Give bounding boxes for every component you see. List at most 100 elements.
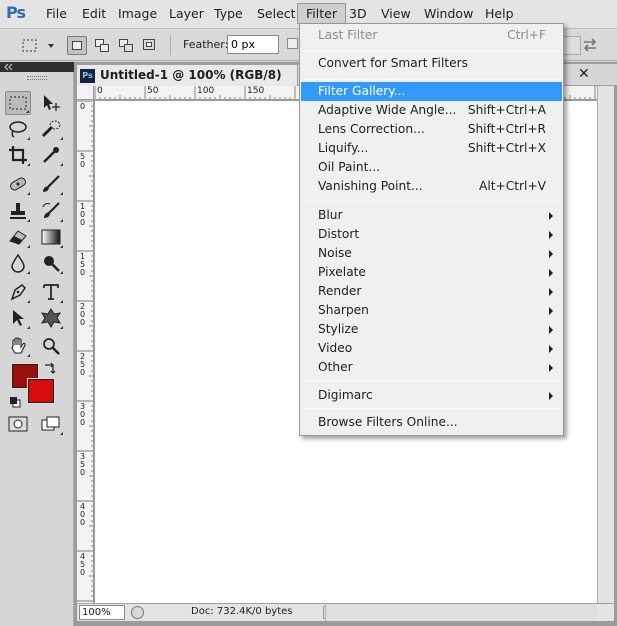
type-tool[interactable]	[38, 280, 64, 304]
ruler-label: 3 5 0	[80, 452, 86, 477]
menu-item-stylize[interactable]: Stylize	[301, 320, 562, 339]
history-brush-tool[interactable]	[38, 199, 64, 223]
hand-tool[interactable]	[5, 334, 31, 358]
panel-grip[interactable]	[27, 76, 47, 80]
menu-item-lens-correction[interactable]: Lens Correction... Shift+Ctrl+R	[301, 120, 562, 139]
photoshop-logo: Ps	[6, 3, 26, 22]
menu-3d[interactable]: 3D	[341, 3, 375, 24]
eraser-tool[interactable]	[5, 225, 31, 249]
quick-mask-icon	[8, 416, 28, 432]
vertical-scrollbar[interactable]	[597, 86, 614, 603]
swap-arrows-icon[interactable]	[581, 37, 599, 53]
submenu-arrow-icon	[549, 326, 553, 334]
move-tool[interactable]	[38, 91, 64, 115]
brush-tool[interactable]	[38, 172, 64, 196]
quick-mask-button[interactable]	[5, 412, 31, 436]
horizontal-scrollbar[interactable]	[325, 603, 597, 621]
spot-healing-brush-tool[interactable]	[5, 172, 31, 196]
menu-item-vanishing-point[interactable]: Vanishing Point... Alt+Ctrl+V	[301, 177, 562, 196]
lasso-tool[interactable]	[5, 117, 31, 141]
menu-separator	[304, 51, 560, 52]
new-selection-button[interactable]	[67, 36, 87, 55]
screen-mode-button[interactable]	[38, 412, 64, 436]
eraser-icon	[9, 230, 27, 245]
brush-icon	[43, 175, 60, 192]
ruler-label: 3 0 0	[80, 402, 86, 427]
gradient-icon	[41, 229, 61, 245]
menu-type[interactable]: Type	[206, 3, 251, 24]
crop-tool[interactable]	[5, 143, 31, 167]
menu-file[interactable]: File	[38, 3, 75, 24]
menu-layer[interactable]: Layer	[161, 3, 212, 24]
rectangular-marquee-tool[interactable]	[5, 91, 31, 115]
swap-colors-icon[interactable]	[43, 361, 57, 375]
vertical-ruler[interactable]: 0 5 0 1 0 0 1 5 0 2 0 0 2 5 0 3 0 0 3 5 …	[77, 100, 94, 603]
close-icon[interactable]: ✕	[578, 66, 590, 82]
dodge-tool[interactable]	[38, 251, 64, 275]
menu-item-digimarc[interactable]: Digimarc	[301, 386, 562, 405]
menu-help[interactable]: Help	[477, 3, 522, 24]
photoshop-doc-icon: Ps	[80, 69, 95, 83]
menu-item-convert-smart-filters[interactable]: Convert for Smart Filters	[301, 54, 562, 73]
clone-stamp-tool[interactable]	[5, 199, 31, 223]
menu-item-video[interactable]: Video	[301, 339, 562, 358]
menu-item-blur[interactable]: Blur	[301, 206, 562, 225]
menu-filter[interactable]: Filter	[297, 3, 346, 24]
custom-shape-tool[interactable]	[38, 306, 64, 330]
menu-item-other[interactable]: Other	[301, 358, 562, 377]
pen-tool[interactable]	[5, 280, 31, 304]
menu-item-liquify[interactable]: Liquify... Shift+Ctrl+X	[301, 139, 562, 158]
eyedropper-tool[interactable]	[38, 143, 64, 167]
menu-separator	[304, 79, 560, 80]
submenu-arrow-icon	[549, 307, 553, 315]
menu-item-browse-filters-online[interactable]: Browse Filters Online...	[301, 413, 562, 432]
menu-item-adaptive-wide-angle[interactable]: Adaptive Wide Angle... Shift+Ctrl+A	[301, 101, 562, 120]
menu-view[interactable]: View	[373, 3, 419, 24]
blur-tool[interactable]	[5, 251, 31, 275]
custom-shape-icon	[41, 308, 61, 328]
path-selection-tool[interactable]	[5, 306, 31, 330]
menu-item-filter-gallery[interactable]: Filter Gallery...	[301, 82, 562, 101]
menu-item-oil-paint[interactable]: Oil Paint...	[301, 158, 562, 177]
gradient-tool[interactable]	[38, 225, 64, 249]
ruler-origin[interactable]	[77, 86, 94, 100]
zoom-level-field[interactable]: 100%	[79, 605, 125, 620]
collapse-icon[interactable]	[4, 63, 14, 71]
ruler-label: 5 0	[80, 152, 86, 169]
menu-item-render[interactable]: Render	[301, 282, 562, 301]
menu-select[interactable]: Select	[249, 3, 304, 24]
intersect-selection-button[interactable]	[140, 36, 160, 55]
anti-alias-checkbox[interactable]	[287, 38, 298, 49]
ruler-label: 4 5 0	[80, 552, 86, 577]
feather-input[interactable]	[227, 35, 279, 54]
subtract-from-selection-button[interactable]	[116, 36, 136, 55]
menu-item-noise[interactable]: Noise	[301, 244, 562, 263]
tools-panel-header[interactable]	[0, 62, 74, 72]
menu-image[interactable]: Image	[110, 3, 165, 24]
background-color-swatch[interactable]	[27, 378, 55, 404]
feather-label: Feather:	[183, 38, 229, 51]
add-to-selection-button[interactable]	[92, 36, 112, 55]
quick-selection-tool[interactable]	[38, 117, 64, 141]
menu-item-distort[interactable]: Distort	[301, 225, 562, 244]
refine-edge-button[interactable]	[563, 36, 581, 55]
tool-preset-picker[interactable]	[18, 36, 58, 55]
status-info-icon[interactable]	[131, 606, 144, 619]
menu-item-sharpen[interactable]: Sharpen	[301, 301, 562, 320]
lasso-icon	[9, 121, 27, 138]
menu-item-last-filter[interactable]: Last Filter Ctrl+F	[301, 26, 562, 45]
menu-item-pixelate[interactable]: Pixelate	[301, 263, 562, 282]
bandage-icon	[10, 177, 26, 191]
document-tab[interactable]: Ps Untitled-1 @ 100% (RGB/8)	[76, 64, 298, 86]
hand-icon	[11, 337, 26, 354]
menu-edit[interactable]: Edit	[74, 3, 114, 24]
move-icon	[44, 95, 60, 111]
default-colors-icon[interactable]	[9, 396, 21, 408]
type-t-icon	[43, 284, 59, 300]
menu-window[interactable]: Window	[416, 3, 481, 24]
ruler-label: 1 5 0	[80, 252, 86, 277]
submenu-arrow-icon	[549, 345, 553, 353]
submenu-arrow-icon	[549, 231, 553, 239]
zoom-tool[interactable]	[38, 334, 64, 358]
crop-icon	[9, 146, 27, 164]
